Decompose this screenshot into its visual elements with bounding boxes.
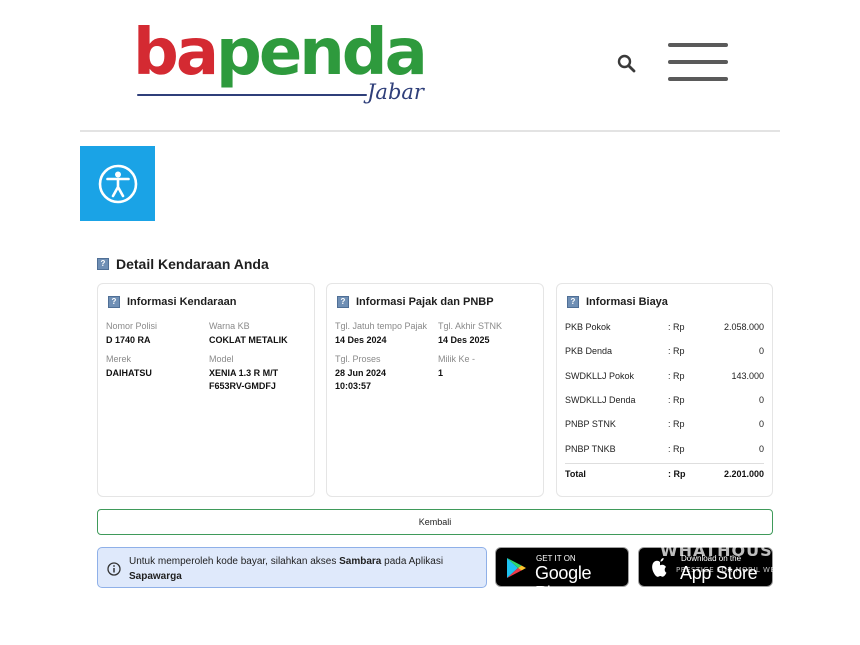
header-divider xyxy=(80,130,780,132)
vehicle-info-card: ? Informasi Kendaraan Nomor Polisi D 174… xyxy=(97,283,315,497)
google-play-big-text: Google Play xyxy=(535,563,592,603)
cost-info-card: ? Informasi Biaya PKB Pokok: Rp 2.058.000… xyxy=(556,283,773,497)
info-icon xyxy=(107,562,121,576)
cost-row: PKB Pokok: Rp 2.058.000 xyxy=(565,322,764,332)
bapenda-jabar-logo[interactable]: bapenda Jabar xyxy=(133,18,428,110)
google-play-icon xyxy=(507,558,526,578)
accessibility-button[interactable] xyxy=(80,146,155,221)
help-icon: ? xyxy=(108,296,120,308)
owner-count-field: Milik Ke - 1 xyxy=(438,354,476,378)
card-title: ? Informasi Kendaraan xyxy=(108,296,236,308)
search-icon[interactable] xyxy=(615,52,639,76)
watermark-subtext: PRESTIGE FOR MOBIL WEB xyxy=(676,566,781,574)
cost-total-row: Total: Rp 2.201.000 xyxy=(565,469,764,479)
help-icon: ? xyxy=(337,296,349,308)
tax-info-card: ? Informasi Pajak dan PNBP Tgl. Jatuh te… xyxy=(326,283,544,497)
card-title: ? Informasi Pajak dan PNBP xyxy=(337,296,494,308)
cost-row: SWDKLLJ Denda: Rp 0 xyxy=(565,395,764,405)
payment-code-notice: Untuk memperoleh kode bayar, silahkan ak… xyxy=(97,547,487,588)
hamburger-menu-icon[interactable] xyxy=(668,40,728,84)
cost-row: PKB Denda: Rp 0 xyxy=(565,346,764,356)
cost-row: SWDKLLJ Pokok: Rp 143.000 xyxy=(565,371,764,381)
notice-text: Untuk memperoleh kode bayar, silahkan ak… xyxy=(129,556,444,582)
watermark: WHATHOUSE xyxy=(660,541,785,560)
cost-row: PNBP STNK: Rp 0 xyxy=(565,419,764,429)
google-play-small-text: GET IT ON xyxy=(536,554,576,563)
accessibility-icon xyxy=(98,164,137,203)
plate-field: Nomor Polisi D 1740 RA xyxy=(106,321,158,345)
google-play-badge[interactable]: GET IT ON Google Play xyxy=(495,547,629,603)
brand-field: Merek DAIHATSU xyxy=(106,354,152,378)
model-field: Model XENIA 1.3 R M/T F653RV-GMDFJ xyxy=(209,354,279,391)
color-field: Warna KB COKLAT METALIK xyxy=(209,321,288,345)
section-title: ? Detail Kendaraan Anda xyxy=(97,256,269,272)
cost-row: PNBP TNKB: Rp 0 xyxy=(565,444,764,454)
logo-underline xyxy=(137,94,367,96)
logo-subtitle: Jabar xyxy=(367,80,424,104)
help-icon: ? xyxy=(97,258,109,270)
process-date-field: Tgl. Proses 28 Jun 2024 10:03:57 xyxy=(335,354,387,391)
total-divider xyxy=(565,463,764,464)
stnk-end-field: Tgl. Akhir STNK 14 Des 2025 xyxy=(438,321,503,345)
tax-due-field: Tgl. Jatuh tempo Pajak 14 Des 2024 xyxy=(335,321,428,345)
back-button[interactable]: Kembali xyxy=(97,509,773,535)
help-icon: ? xyxy=(567,296,579,308)
card-title: ? Informasi Biaya xyxy=(567,296,668,308)
logo-wordmark: bapenda xyxy=(133,16,428,90)
